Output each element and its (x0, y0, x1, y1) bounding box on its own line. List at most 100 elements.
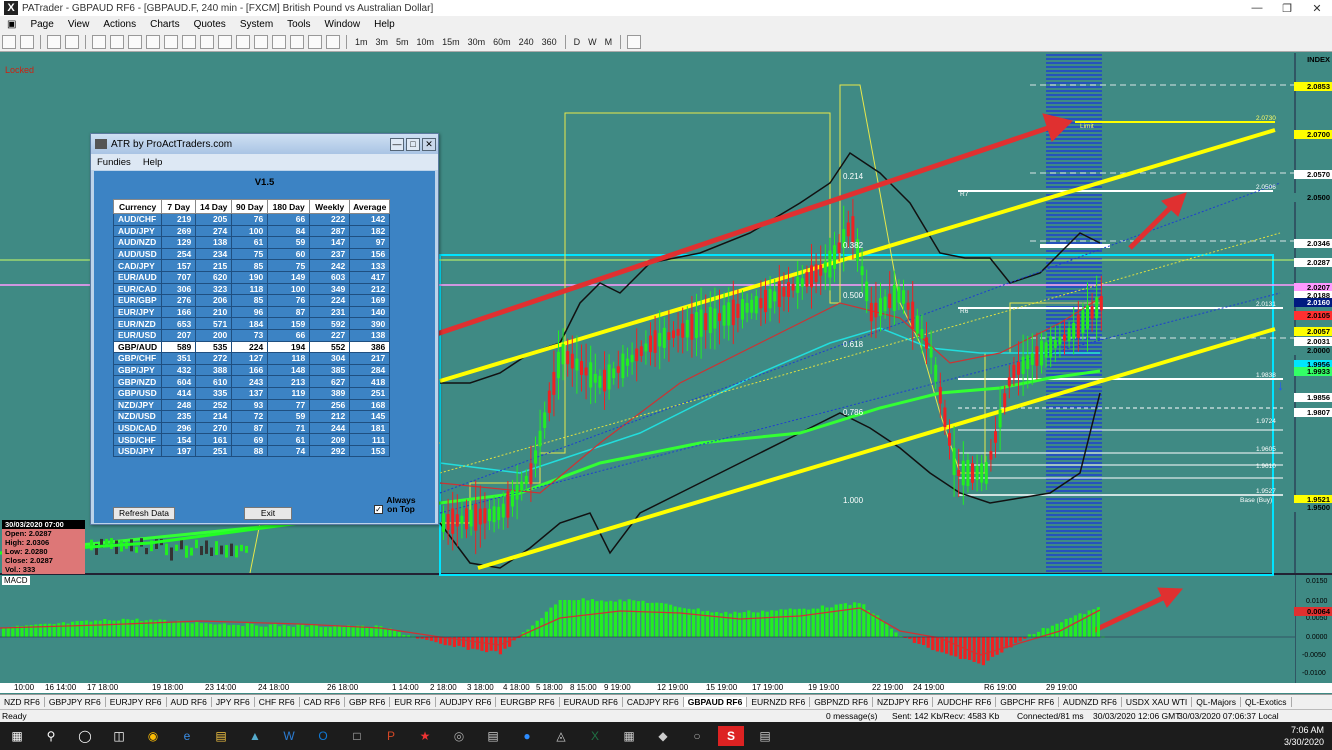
atr-column-header[interactable]: Average (349, 199, 391, 214)
menu-window[interactable]: Window (318, 19, 368, 30)
atr-column-header[interactable]: 7 Day (161, 199, 197, 214)
word-icon[interactable]: W (276, 726, 302, 746)
tab-chf-rf6[interactable]: CHF RF6 (255, 697, 300, 707)
eraser-icon[interactable] (308, 35, 322, 49)
table-row[interactable]: EUR/AUD 707 620 190 149 603 417 (112, 270, 391, 284)
edge-icon[interactable]: e (174, 726, 200, 746)
menu-system[interactable]: System (233, 19, 280, 30)
tf-w[interactable]: W (584, 35, 601, 50)
tab-eurnzd-rf6[interactable]: EURNZD RF6 (747, 697, 811, 707)
tab-euraud-rf6[interactable]: EURAUD RF6 (560, 697, 623, 707)
menu-charts[interactable]: Charts (143, 19, 186, 30)
menu-actions[interactable]: Actions (96, 19, 143, 30)
table-row[interactable]: GBP/CHF 351 272 127 118 304 217 (112, 352, 391, 365)
tab-audchf-rf6[interactable]: AUDCHF RF6 (933, 697, 997, 707)
table-row[interactable]: EUR/NZD 653 571 184 159 592 390 (112, 317, 391, 330)
table-row[interactable]: EUR/USD 207 200 73 66 227 138 (112, 328, 391, 342)
dialog-maximize-icon[interactable]: □ (406, 137, 420, 151)
vline-icon[interactable] (182, 35, 196, 49)
tab-gbpjpy-rf6[interactable]: GBPJPY RF6 (45, 697, 106, 707)
dialog-menu-fundies[interactable]: Fundies (91, 157, 137, 168)
rectangle-icon[interactable] (200, 35, 214, 49)
tab-gbpchf-rf6[interactable]: GBPCHF RF6 (996, 697, 1060, 707)
app-icon-generic[interactable]: ◎ (446, 726, 472, 746)
tf-360[interactable]: 360 (538, 35, 561, 50)
chrome-icon[interactable]: ◉ (140, 726, 166, 746)
tf-10m[interactable]: 10m (413, 35, 439, 50)
menu-view[interactable]: View (61, 19, 97, 30)
app-icon-generic[interactable]: ▲ (242, 726, 268, 746)
table-row[interactable]: AUD/CHF 219 205 76 66 222 142 (112, 213, 391, 226)
tf-240[interactable]: 240 (515, 35, 538, 50)
task-view-icon[interactable]: ◫ (106, 726, 132, 746)
search-icon[interactable]: ⚲ (38, 726, 64, 746)
menu-tools[interactable]: Tools (280, 19, 317, 30)
tf-m[interactable]: M (601, 35, 617, 50)
atr-column-header[interactable]: Weekly (309, 199, 351, 214)
outlook-icon[interactable]: O (310, 726, 336, 746)
table-row[interactable]: NZD/JPY 248 252 93 77 256 168 (112, 398, 391, 412)
tf-30m[interactable]: 30m (464, 35, 490, 50)
cortana-icon[interactable]: ◯ (72, 726, 98, 746)
tab-ql-exotics[interactable]: QL-Exotics (1241, 697, 1292, 707)
tf-5m[interactable]: 5m (392, 35, 413, 50)
tf-1m[interactable]: 1m (351, 35, 372, 50)
tab-jpy-rf6[interactable]: JPY RF6 (212, 697, 255, 707)
table-row[interactable]: GBP/USD 414 335 137 119 389 251 (112, 386, 391, 400)
sell-icon[interactable] (20, 35, 34, 49)
tab-eurgbp-rf6[interactable]: EURGBP RF6 (496, 697, 560, 707)
zoom-out-icon[interactable] (290, 35, 304, 49)
table-row[interactable]: GBP/AUD 589 535 224 194 552 386 (112, 340, 391, 354)
table-row[interactable]: AUD/USD 254 234 75 60 237 156 (112, 247, 391, 261)
atr-column-header[interactable]: Currency (112, 199, 163, 214)
tf-60m[interactable]: 60m (489, 35, 515, 50)
tab-eurjpy-rf6[interactable]: EURJPY RF6 (106, 697, 167, 707)
powerpoint-icon[interactable]: P (378, 726, 404, 746)
app-icon-generic[interactable]: ◬ (548, 726, 574, 746)
tf-d[interactable]: D (570, 35, 585, 50)
table-row[interactable]: GBP/NZD 604 610 243 213 627 418 (112, 375, 391, 388)
app-icon-generic[interactable]: ◆ (650, 726, 676, 746)
hline-icon[interactable] (164, 35, 178, 49)
settings-icon[interactable] (627, 35, 642, 49)
dialog-menu-help[interactable]: Help (137, 157, 169, 168)
chart-icon[interactable] (47, 35, 61, 49)
app-icon-generic[interactable]: ○ (684, 726, 710, 746)
refresh-data-button[interactable]: Refresh Data (113, 507, 175, 520)
tab-eur-rf6[interactable]: EUR RF6 (390, 697, 436, 707)
table-row[interactable]: EUR/JPY 166 210 96 87 231 140 (112, 305, 391, 319)
tab-cadjpy-rf6[interactable]: CADJPY RF6 (623, 697, 684, 707)
table-row[interactable]: USD/CHF 154 161 69 61 209 111 (112, 433, 391, 446)
explorer-icon[interactable]: ▤ (208, 726, 234, 746)
crosshair-icon[interactable] (65, 35, 79, 49)
menu-help[interactable]: Help (367, 19, 402, 30)
pointer-icon[interactable] (92, 35, 106, 49)
channel-icon[interactable] (128, 35, 142, 49)
tab-gbp-rf6[interactable]: GBP RF6 (345, 697, 391, 707)
minimize-icon[interactable]: — (1242, 2, 1272, 14)
text-icon[interactable] (218, 35, 232, 49)
table-row[interactable]: AUD/JPY 269 274 100 84 287 182 (112, 224, 391, 238)
system-tray[interactable]: 7:06 AM 3/30/2020 (1284, 724, 1324, 748)
tab-aud-rf6[interactable]: AUD RF6 (167, 697, 212, 707)
atr-dialog[interactable]: ATR by ProActTraders.com — □ ✕ Fundies H… (90, 133, 439, 525)
patrader-icon[interactable]: S (718, 726, 744, 746)
windows-start-icon[interactable]: ▦ (4, 726, 30, 746)
trendline-icon[interactable] (110, 35, 124, 49)
tab-gbpnzd-rf6[interactable]: GBPNZD RF6 (810, 697, 874, 707)
table-row[interactable]: CAD/JPY 157 215 85 75 242 133 (112, 259, 391, 272)
app-icon-generic[interactable]: ▤ (480, 726, 506, 746)
delete-icon[interactable] (254, 35, 268, 49)
dialog-close-icon[interactable]: ✕ (422, 137, 436, 151)
table-row[interactable]: EUR/CAD 306 323 118 100 349 212 (112, 282, 391, 296)
dialog-title-bar[interactable]: ATR by ProActTraders.com — □ ✕ (91, 134, 438, 154)
app-icon-generic[interactable]: ▦ (616, 726, 642, 746)
tab-audnzd-rf6[interactable]: AUDNZD RF6 (1059, 697, 1122, 707)
tab-nzdjpy-rf6[interactable]: NZDJPY RF6 (873, 697, 934, 707)
table-row[interactable]: USD/CAD 296 270 87 71 244 181 (112, 421, 391, 435)
tab-ql-majors[interactable]: QL-Majors (1192, 697, 1241, 707)
table-row[interactable]: USD/JPY 197 251 88 74 292 153 (112, 444, 391, 458)
table-row[interactable]: EUR/GBP 276 206 85 76 224 169 (112, 294, 391, 307)
atr-column-header[interactable]: 90 Day (231, 199, 269, 214)
expand-icon[interactable] (326, 35, 340, 49)
